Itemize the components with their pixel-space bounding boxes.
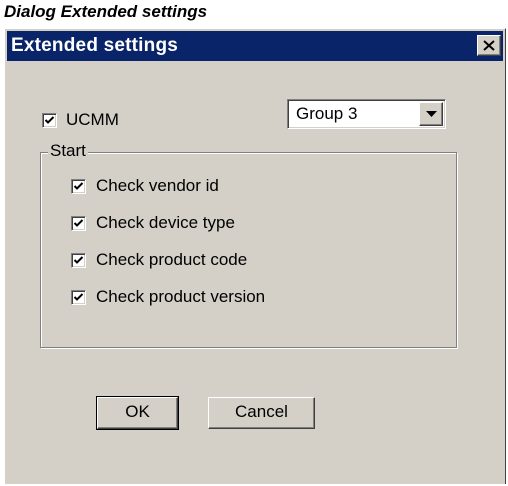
group-select-value: Group 3: [296, 104, 358, 123]
ucmm-label[interactable]: UCMM: [66, 110, 119, 130]
checkmark-icon: [73, 293, 84, 301]
chevron-down-icon: [426, 111, 437, 117]
check-product-code-label[interactable]: Check product code: [96, 250, 247, 270]
checkmark-icon: [73, 219, 84, 227]
checkmark-icon: [73, 182, 84, 190]
dialog-title: Extended settings: [11, 35, 179, 56]
check-product-version-label[interactable]: Check product version: [96, 287, 265, 307]
checkmark-icon: [73, 256, 84, 264]
page-caption: Dialog Extended settings: [4, 2, 208, 21]
start-group-legend: Start: [48, 141, 88, 161]
cancel-button[interactable]: Cancel: [208, 397, 315, 429]
group-select-dropdown-button[interactable]: [419, 102, 443, 126]
check-product-code-checkbox[interactable]: [71, 253, 86, 268]
close-button[interactable]: [477, 35, 501, 56]
dialog-titlebar[interactable]: Extended settings: [7, 31, 503, 61]
check-device-type-checkbox[interactable]: [71, 216, 86, 231]
check-product-version-checkbox[interactable]: [71, 290, 86, 305]
check-device-type-label[interactable]: Check device type: [96, 213, 235, 233]
check-vendor-id-checkbox[interactable]: [71, 179, 86, 194]
ucmm-checkbox[interactable]: [42, 113, 57, 128]
ok-button[interactable]: OK: [96, 396, 179, 430]
check-vendor-id-label[interactable]: Check vendor id: [96, 176, 219, 196]
checkmark-icon: [44, 116, 55, 124]
close-icon: [483, 40, 495, 51]
group-select[interactable]: Group 3: [287, 99, 446, 129]
